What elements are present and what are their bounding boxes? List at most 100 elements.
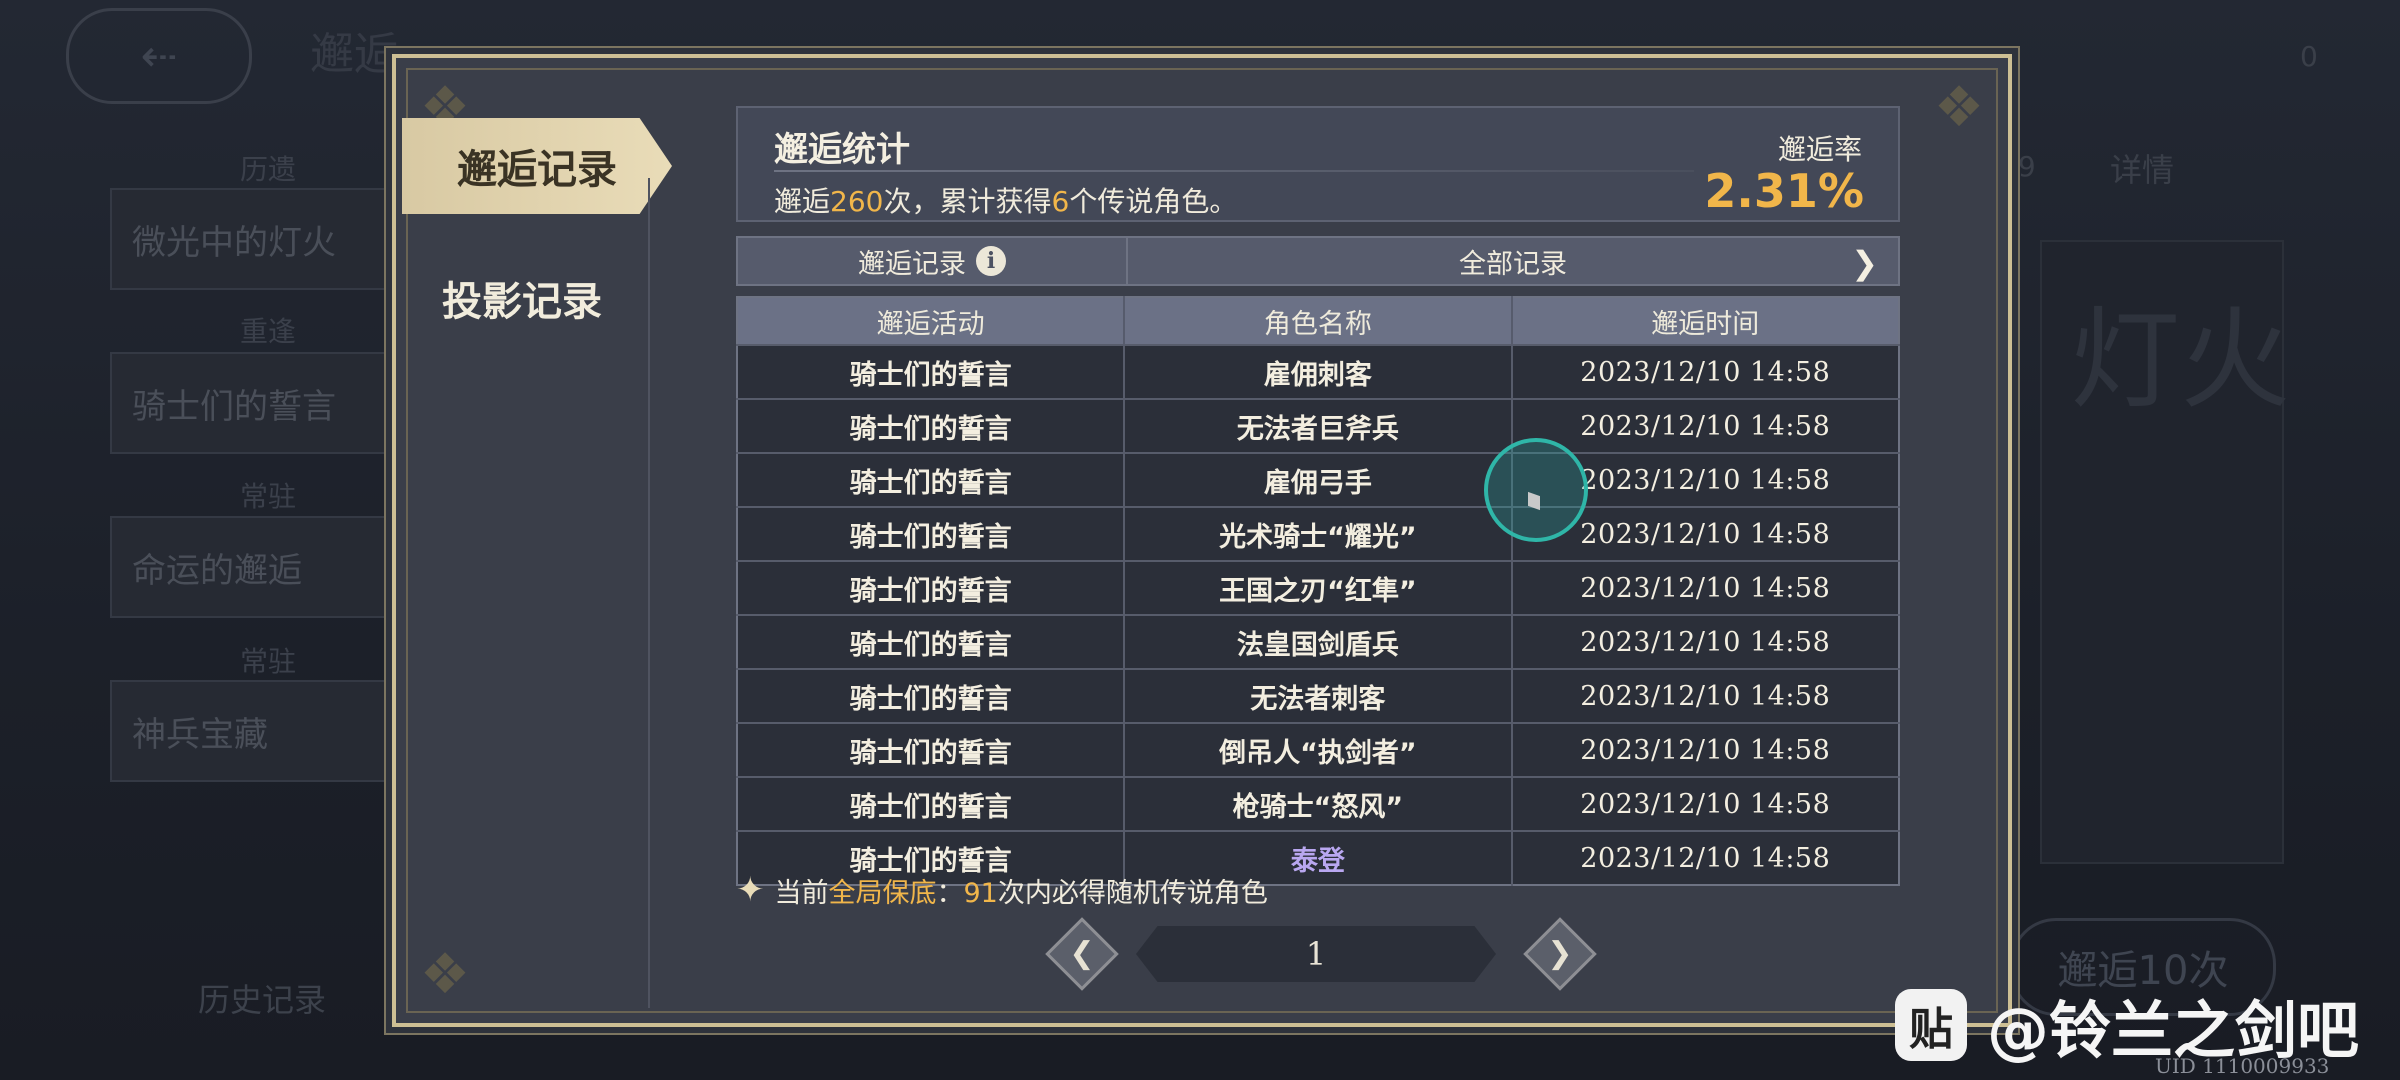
corner-ornament-icon: ❖ — [1933, 74, 1985, 140]
rate-value: 2.31% — [1704, 164, 1864, 218]
column-header: 角色名称 — [1124, 297, 1513, 345]
info-icon[interactable]: i — [976, 246, 1006, 276]
banner-tag: 历遗 — [240, 153, 297, 186]
column-header: 邂逅时间 — [1511, 297, 1899, 345]
tab-projection-records[interactable]: 投影记录 — [402, 250, 642, 346]
pity-text: 当前全局保底：91次内必得随机传说角色 — [775, 871, 1268, 910]
character-cell: 雇佣刺客 — [1124, 344, 1513, 399]
banner-art-text: 灯火 — [2070, 296, 2290, 424]
back-button[interactable]: ⇠ — [66, 8, 252, 104]
table-row: 骑士们的誓言 无法者刺客 2023/12/10 14:58 — [737, 668, 1899, 723]
table-row: 骑士们的誓言 光术骑士“耀光” 2023/12/10 14:58 — [737, 506, 1899, 561]
stats-title: 邂逅统计 — [774, 130, 910, 170]
activity-cell: 骑士们的誓言 — [737, 344, 1126, 399]
character-cell: 法皇国剑盾兵 — [1124, 614, 1513, 669]
tab-label: 邂逅记录 — [457, 147, 617, 193]
banner-item[interactable]: 神兵宝藏 — [110, 680, 420, 782]
pity-count: 91 — [963, 877, 998, 909]
time-cell: 2023/12/10 14:58 — [1511, 398, 1899, 453]
currency-value: 0 — [2300, 40, 2318, 73]
records-dialog: ❖ ❖ ❖ 邂逅记录 投影记录 邂逅统计 邂逅260次，累计获得6个传说角色。 … — [392, 54, 2012, 1027]
time-cell: 2023/12/10 14:58 — [1511, 614, 1899, 669]
tab-label: 投影记录 — [442, 279, 602, 325]
banner-label: 骑士们的誓言 — [132, 386, 336, 427]
history-button[interactable]: 历史记录 — [198, 975, 326, 1021]
banner-label: 神兵宝藏 — [132, 714, 268, 755]
record-filter-bar: 邂逅记录 i 全部记录 ❯ — [736, 236, 1900, 286]
time-cell: 2023/12/10 14:58 — [1511, 560, 1899, 615]
total-count: 260 — [830, 185, 884, 218]
chevron-left-icon: ❮ — [1069, 936, 1095, 971]
stats-divider — [774, 170, 1694, 172]
chevron-right-icon: ❯ — [1851, 244, 1878, 282]
pity-suffix: 次内必得随机传说角色 — [997, 877, 1268, 909]
page-number: 1 — [1136, 926, 1496, 982]
detail-button[interactable]: 详情 — [2110, 145, 2174, 191]
tab-encounter-records[interactable]: 邂逅记录 — [402, 118, 672, 214]
character-cell: 倒吊人“执剑者” — [1124, 722, 1513, 777]
stats-panel: 邂逅统计 邂逅260次，累计获得6个传说角色。 邂逅率 2.31% — [736, 106, 1900, 222]
filter-label: 邂逅记录 — [858, 248, 966, 280]
table-row: 骑士们的誓言 无法者巨斧兵 2023/12/10 14:58 — [737, 398, 1899, 453]
next-page-button[interactable]: ❯ — [1523, 917, 1597, 991]
stats-summary: 邂逅260次，累计获得6个传说角色。 — [774, 180, 1237, 220]
table-row: 骑士们的誓言 枪骑士“怒风” 2023/12/10 14:58 — [737, 776, 1899, 831]
banner-item[interactable]: 骑士们的誓言 — [110, 352, 420, 454]
character-cell: 雇佣弓手 — [1124, 452, 1513, 507]
record-type-label: 邂逅记录 i — [738, 238, 1128, 284]
summary-text: 个传说角色。 — [1069, 185, 1238, 218]
touch-indicator — [1484, 438, 1588, 542]
table-row: 骑士们的誓言 雇佣刺客 2023/12/10 14:58 — [737, 344, 1899, 399]
record-filter-select[interactable]: 全部记录 ❯ — [1128, 238, 1898, 284]
activity-cell: 骑士们的誓言 — [737, 506, 1126, 561]
activity-cell: 骑士们的誓言 — [737, 668, 1126, 723]
table-row: 骑士们的誓言 雇佣弓手 2023/12/10 14:58 — [737, 452, 1899, 507]
character-cell: 王国之刃“红隼” — [1124, 560, 1513, 615]
activity-cell: 骑士们的誓言 — [737, 560, 1126, 615]
banner-item[interactable]: 微光中的灯火 — [110, 188, 420, 290]
activity-cell: 骑士们的誓言 — [737, 452, 1126, 507]
banner-label: 命运的邂逅 — [132, 550, 302, 591]
time-cell: 2023/12/10 14:58 — [1511, 668, 1899, 723]
tieba-logo-icon: 贴 — [1895, 989, 1967, 1061]
corner-ornament-icon: ❖ — [419, 941, 471, 1007]
pity-prefix: 当前 — [774, 877, 829, 909]
activity-cell: 骑士们的誓言 — [737, 722, 1126, 777]
summary-text: 次，累计获得 — [883, 185, 1052, 218]
pity-colon: ： — [936, 877, 964, 909]
chevron-right-icon: ❯ — [1547, 936, 1573, 971]
banner-tag: 常驻 — [240, 645, 297, 678]
filter-selected-value: 全部记录 — [1459, 248, 1567, 280]
character-cell: 无法者刺客 — [1124, 668, 1513, 723]
background-title: 邂逅 — [310, 29, 398, 80]
table-header-row: 邂逅活动 角色名称 邂逅时间 — [737, 297, 1899, 345]
uid-label: UID 1110009933 — [2155, 1054, 2330, 1078]
sparkle-icon: ✦ — [736, 870, 765, 910]
time-cell: 2023/12/10 14:58 — [1511, 344, 1899, 399]
table-row: 骑士们的誓言 倒吊人“执剑者” 2023/12/10 14:58 — [737, 722, 1899, 777]
records-table: 邂逅活动 角色名称 邂逅时间 骑士们的誓言 雇佣刺客 2023/12/10 14:5… — [736, 296, 1900, 886]
back-arrow-icon: ⇠ — [140, 30, 178, 82]
time-cell: 2023/12/10 14:58 — [1511, 722, 1899, 777]
pity-highlight: 全局保底 — [828, 877, 937, 909]
touch-dot — [1528, 491, 1540, 511]
activity-cell: 骑士们的誓言 — [737, 776, 1126, 831]
character-cell: 枪骑士“怒风” — [1124, 776, 1513, 831]
character-cell: 无法者巨斧兵 — [1124, 398, 1513, 453]
table-row: 骑士们的誓言 王国之刃“红隼” 2023/12/10 14:58 — [737, 560, 1899, 615]
table-row: 骑士们的誓言 法皇国剑盾兵 2023/12/10 14:58 — [737, 614, 1899, 669]
summary-text: 邂逅 — [774, 185, 831, 218]
banner-item[interactable]: 命运的邂逅 — [110, 516, 420, 618]
activity-cell: 骑士们的誓言 — [737, 398, 1126, 453]
banner-tag: 重逢 — [240, 315, 297, 348]
time-cell: 2023/12/10 14:58 — [1511, 776, 1899, 831]
rate-label: 邂逅率 — [1777, 133, 1862, 166]
legend-count: 6 — [1051, 185, 1070, 218]
activity-cell: 骑士们的誓言 — [737, 614, 1126, 669]
time-cell: 2023/12/10 14:58 — [1511, 830, 1899, 885]
column-header: 邂逅活动 — [737, 297, 1126, 345]
side-nav: 邂逅记录 投影记录 — [402, 118, 672, 382]
banner-tag: 常驻 — [240, 480, 297, 513]
prev-page-button[interactable]: ❮ — [1045, 917, 1119, 991]
character-cell: 光术骑士“耀光” — [1124, 506, 1513, 561]
